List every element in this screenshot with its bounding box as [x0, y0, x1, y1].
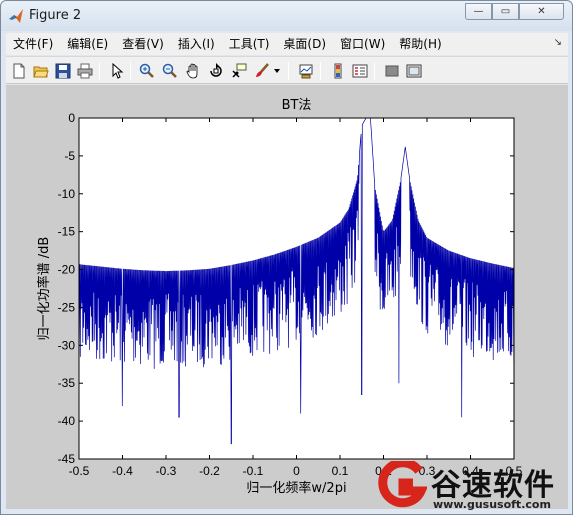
print-button[interactable]	[75, 61, 95, 81]
menu-tools[interactable]: 工具(T)	[222, 33, 277, 55]
hide-plot-tools-icon	[385, 65, 399, 77]
window-controls: — ▭ ✕	[465, 3, 564, 21]
hide-plot-tools-button[interactable]	[382, 61, 402, 81]
plot-axes[interactable]: -0.5 -0.4 -0.3 -0.2 -0.1 0 0.1 0.2 0.3 0.4 0.50-5-…	[6, 85, 568, 509]
menu-edit[interactable]: 编辑(E)	[60, 33, 115, 55]
brush-button[interactable]	[252, 61, 272, 81]
figure-toolbar	[6, 56, 568, 84]
watermark-url: www.gususoft.com	[433, 498, 551, 511]
zoom-out-icon	[162, 63, 177, 78]
menu-help[interactable]: 帮助(H)	[392, 33, 448, 55]
maximize-button[interactable]: ▭	[492, 3, 519, 20]
zoom-in-button[interactable]	[137, 61, 157, 81]
y-tick-label: -10	[58, 187, 76, 201]
figure-window: Figure 2 — ▭ ✕ 文件(F) 编辑(E) 查看(V) 插入(I) 工…	[0, 0, 573, 515]
colorbar-button[interactable]	[328, 61, 348, 81]
rotate-3d-button[interactable]	[206, 61, 226, 81]
x-tick-label: 0	[293, 464, 300, 478]
matlab-icon	[9, 9, 23, 23]
x-tick-label: -0.2	[199, 464, 220, 478]
close-button[interactable]: ✕	[519, 3, 564, 20]
zoom-in-icon	[139, 63, 154, 78]
link-plot-icon	[299, 64, 313, 79]
pointer-icon	[112, 63, 124, 79]
x-tick-label: -0.1	[243, 464, 264, 478]
brush-dropdown-button[interactable]	[272, 61, 282, 81]
show-plot-tools-icon	[406, 64, 422, 78]
colorbar-icon	[334, 63, 342, 79]
show-plot-tools-button[interactable]	[404, 61, 424, 81]
menu-dock-arrow-icon[interactable]: ↘	[554, 37, 562, 48]
minimize-icon: —	[473, 6, 484, 17]
title-bar[interactable]: Figure 2 — ▭ ✕	[1, 1, 572, 31]
x-tick-label: 0.1	[332, 464, 349, 478]
x-axis-label: 归一化频率w/2pi	[246, 480, 346, 496]
legend-icon	[352, 64, 368, 78]
y-tick-label: -20	[58, 263, 76, 277]
pan-button[interactable]	[183, 61, 203, 81]
legend-button[interactable]	[350, 61, 370, 81]
new-figure-button[interactable]	[9, 61, 29, 81]
y-tick-label: 0	[68, 111, 75, 125]
figure-canvas: -0.5 -0.4 -0.3 -0.2 -0.1 0 0.1 0.2 0.3 0.4 0.5 0 -5-…	[6, 85, 568, 509]
menu-window[interactable]: 窗口(W)	[333, 33, 392, 55]
data-cursor-icon	[232, 63, 247, 78]
pan-icon	[186, 63, 198, 79]
brand-logo: G	[378, 461, 427, 508]
watermark: G 谷速软件 www.gususoft.com	[367, 457, 573, 515]
brush-icon	[256, 63, 269, 77]
close-icon: ✕	[537, 6, 546, 17]
y-tick-label: -25	[58, 300, 76, 314]
open-file-icon	[33, 66, 49, 78]
rotate-3d-icon	[210, 63, 222, 77]
y-tick-label: -5	[64, 149, 75, 163]
x-tick-label: -0.5	[69, 464, 90, 478]
y-tick-label: -40	[58, 414, 76, 428]
x-tick-label: -0.4	[112, 464, 133, 478]
brush-dropdown-icon	[274, 69, 280, 73]
chart-title: BT法	[282, 98, 312, 113]
menu-view[interactable]: 查看(V)	[115, 33, 171, 55]
toolbar-separator	[320, 62, 321, 80]
y-tick-label: -15	[58, 225, 76, 239]
minimize-button[interactable]: —	[465, 3, 492, 20]
link-plot-button[interactable]	[296, 61, 316, 81]
open-file-button[interactable]	[31, 61, 51, 81]
menu-desktop[interactable]: 桌面(D)	[276, 33, 333, 55]
save-icon	[55, 63, 71, 79]
toolbar-separator	[374, 62, 375, 80]
zoom-out-button[interactable]	[160, 61, 180, 81]
new-figure-icon	[13, 63, 25, 79]
menu-insert[interactable]: 插入(I)	[171, 33, 222, 55]
data-cursor-button[interactable]	[229, 61, 249, 81]
toolbar-separator	[99, 62, 100, 80]
menu-file[interactable]: 文件(F)	[6, 33, 60, 55]
toolbar-separator	[130, 62, 131, 80]
y-tick-label: -35	[58, 376, 76, 390]
window-title: Figure 2	[29, 8, 82, 23]
maximize-icon: ▭	[500, 6, 511, 17]
y-tick-label: -45	[58, 452, 76, 466]
toolbar-separator	[288, 62, 289, 80]
y-tick-label: -30	[58, 338, 76, 352]
print-icon	[77, 63, 93, 79]
y-axis-label: 归一化功率谱 /dB	[36, 237, 52, 341]
x-tick-label: -0.3	[156, 464, 177, 478]
menu-bar: 文件(F) 编辑(E) 查看(V) 插入(I) 工具(T) 桌面(D) 窗口(W…	[6, 33, 568, 55]
pointer-button[interactable]	[107, 61, 127, 81]
save-button[interactable]	[53, 61, 73, 81]
